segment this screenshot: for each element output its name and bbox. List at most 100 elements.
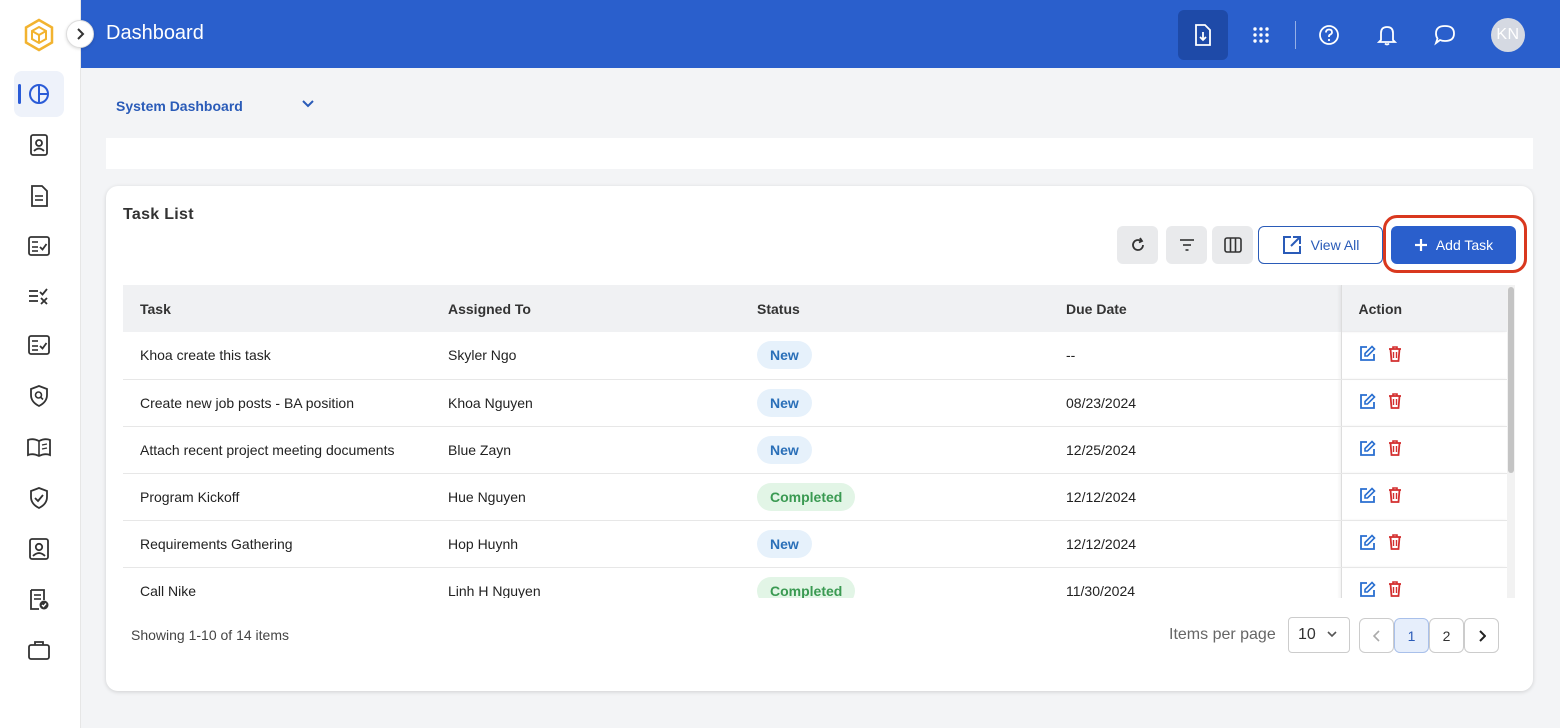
shield-search-icon [30, 385, 48, 407]
nav-checklist[interactable] [14, 223, 64, 269]
cell-assigned-to: Linh H Nguyen [431, 567, 740, 598]
status-badge: Completed [757, 576, 856, 598]
nav-documents[interactable] [14, 173, 64, 219]
table-row[interactable]: Khoa create this task Skyler Ngo New -- [123, 332, 1508, 380]
cell-status: New [740, 426, 1049, 474]
cell-status: New [740, 379, 1049, 427]
delete-icon[interactable] [1388, 487, 1402, 506]
cell-due-date: -- [1049, 332, 1341, 380]
nav-tasks[interactable] [14, 322, 64, 368]
notifications-button[interactable] [1362, 10, 1412, 60]
sidebar-expand-button[interactable] [66, 20, 94, 48]
task-list-title: Task List [123, 206, 194, 223]
export-icon [1195, 24, 1211, 46]
cell-due-date: 12/12/2024 [1049, 473, 1341, 521]
user-avatar[interactable]: KN [1491, 18, 1525, 52]
refresh-button[interactable] [1117, 226, 1158, 264]
bell-icon [1377, 26, 1397, 46]
column-header-assigned[interactable]: Assigned To [431, 285, 740, 332]
table-header-row: Task Assigned To Status Due Date Action [123, 285, 1508, 332]
column-header-action: Action [1340, 285, 1508, 332]
column-header-task[interactable]: Task [123, 285, 431, 332]
edit-icon[interactable] [1359, 533, 1376, 554]
status-badge: New [757, 435, 812, 464]
scrollbar-thumb[interactable] [1508, 287, 1514, 473]
export-button[interactable] [1178, 10, 1228, 60]
nav-contacts[interactable] [14, 122, 64, 168]
checklist-icon [28, 236, 50, 256]
nav-projects[interactable] [14, 627, 64, 673]
edit-icon[interactable] [1359, 392, 1376, 413]
cell-task: Call Nike [123, 567, 431, 598]
add-task-button[interactable]: Add Task [1391, 226, 1516, 264]
edit-icon[interactable] [1359, 439, 1376, 460]
refresh-icon [1131, 237, 1144, 251]
chat-button[interactable] [1420, 10, 1470, 60]
table-row[interactable]: Requirements Gathering Hop Huynh New 12/12/… [123, 520, 1508, 568]
cell-due-date: 12/12/2024 [1049, 520, 1341, 568]
cell-action [1340, 473, 1508, 521]
help-button[interactable] [1304, 10, 1354, 60]
dashboard-select-value: System Dashboard [116, 98, 243, 114]
dashboard-strip [106, 138, 1533, 169]
delete-icon[interactable] [1388, 534, 1402, 553]
nav-reports[interactable] [14, 577, 64, 623]
items-per-page-select[interactable]: 10 [1288, 617, 1350, 653]
prev-page-button[interactable] [1359, 618, 1394, 653]
report-check-icon [30, 589, 49, 610]
shield-check-icon [30, 487, 48, 509]
dashboard-select[interactable]: System Dashboard [116, 98, 314, 114]
edit-icon[interactable] [1359, 345, 1376, 365]
items-per-page-value: 10 [1298, 626, 1316, 643]
cell-task: Attach recent project meeting documents [123, 426, 431, 474]
delete-icon[interactable] [1388, 345, 1402, 365]
table-row[interactable]: Call Nike Linh H Nguyen Completed 11/30/202… [123, 567, 1508, 598]
table-row[interactable]: Attach recent project meeting documents B… [123, 426, 1508, 474]
nav-rules[interactable] [14, 273, 64, 319]
page-2-button[interactable]: 2 [1429, 618, 1464, 653]
filter-button[interactable] [1166, 226, 1207, 264]
cell-action [1340, 426, 1508, 474]
cell-assigned-to: Hue Nguyen [431, 473, 740, 521]
add-task-label: Add Task [1435, 237, 1494, 253]
cell-status: New [740, 520, 1049, 568]
delete-icon[interactable] [1388, 581, 1402, 598]
header-divider [1295, 21, 1296, 49]
cell-action [1340, 520, 1508, 568]
chevron-right-icon [1478, 629, 1486, 642]
document-icon [31, 185, 48, 207]
apps-button[interactable] [1236, 10, 1286, 60]
table-scrollbar[interactable] [1507, 285, 1515, 598]
cell-task: Create new job posts - BA position [123, 379, 431, 427]
nav-users[interactable] [14, 526, 64, 572]
page-1-button[interactable]: 1 [1394, 618, 1429, 653]
nav-security-search[interactable] [14, 373, 64, 419]
cell-assigned-to: Blue Zayn [431, 426, 740, 474]
nav-compliance[interactable] [14, 475, 64, 521]
view-all-button[interactable]: View All [1258, 226, 1383, 264]
columns-button[interactable] [1212, 226, 1253, 264]
next-page-button[interactable] [1464, 618, 1499, 653]
edit-icon[interactable] [1359, 580, 1376, 599]
nav-knowledge[interactable] [14, 424, 64, 470]
delete-icon[interactable] [1388, 393, 1402, 412]
table-row[interactable]: Program Kickoff Hue Nguyen Completed 12/12/… [123, 473, 1508, 521]
plus-icon [1414, 239, 1427, 251]
page-title: Dashboard [106, 22, 204, 44]
chat-icon [1434, 25, 1455, 46]
status-badge: New [757, 388, 812, 417]
delete-icon[interactable] [1388, 440, 1402, 459]
column-header-due-date[interactable]: Due Date [1049, 285, 1341, 332]
cell-task: Khoa create this task [123, 332, 431, 380]
app-logo-icon[interactable] [22, 18, 56, 52]
cell-task: Requirements Gathering [123, 520, 431, 568]
view-all-label: View All [1310, 237, 1360, 253]
edit-icon[interactable] [1359, 486, 1376, 507]
cell-due-date: 08/23/2024 [1049, 379, 1341, 427]
nav-dashboard[interactable] [14, 71, 64, 117]
table-row[interactable]: Create new job posts - BA position Khoa N… [123, 379, 1508, 427]
column-header-status[interactable]: Status [740, 285, 1049, 332]
items-per-page-label: Items per page [1169, 626, 1276, 643]
showing-items-text: Showing 1-10 of 14 items [131, 627, 289, 643]
task-table: Task Assigned To Status Due Date Action … [123, 285, 1516, 598]
